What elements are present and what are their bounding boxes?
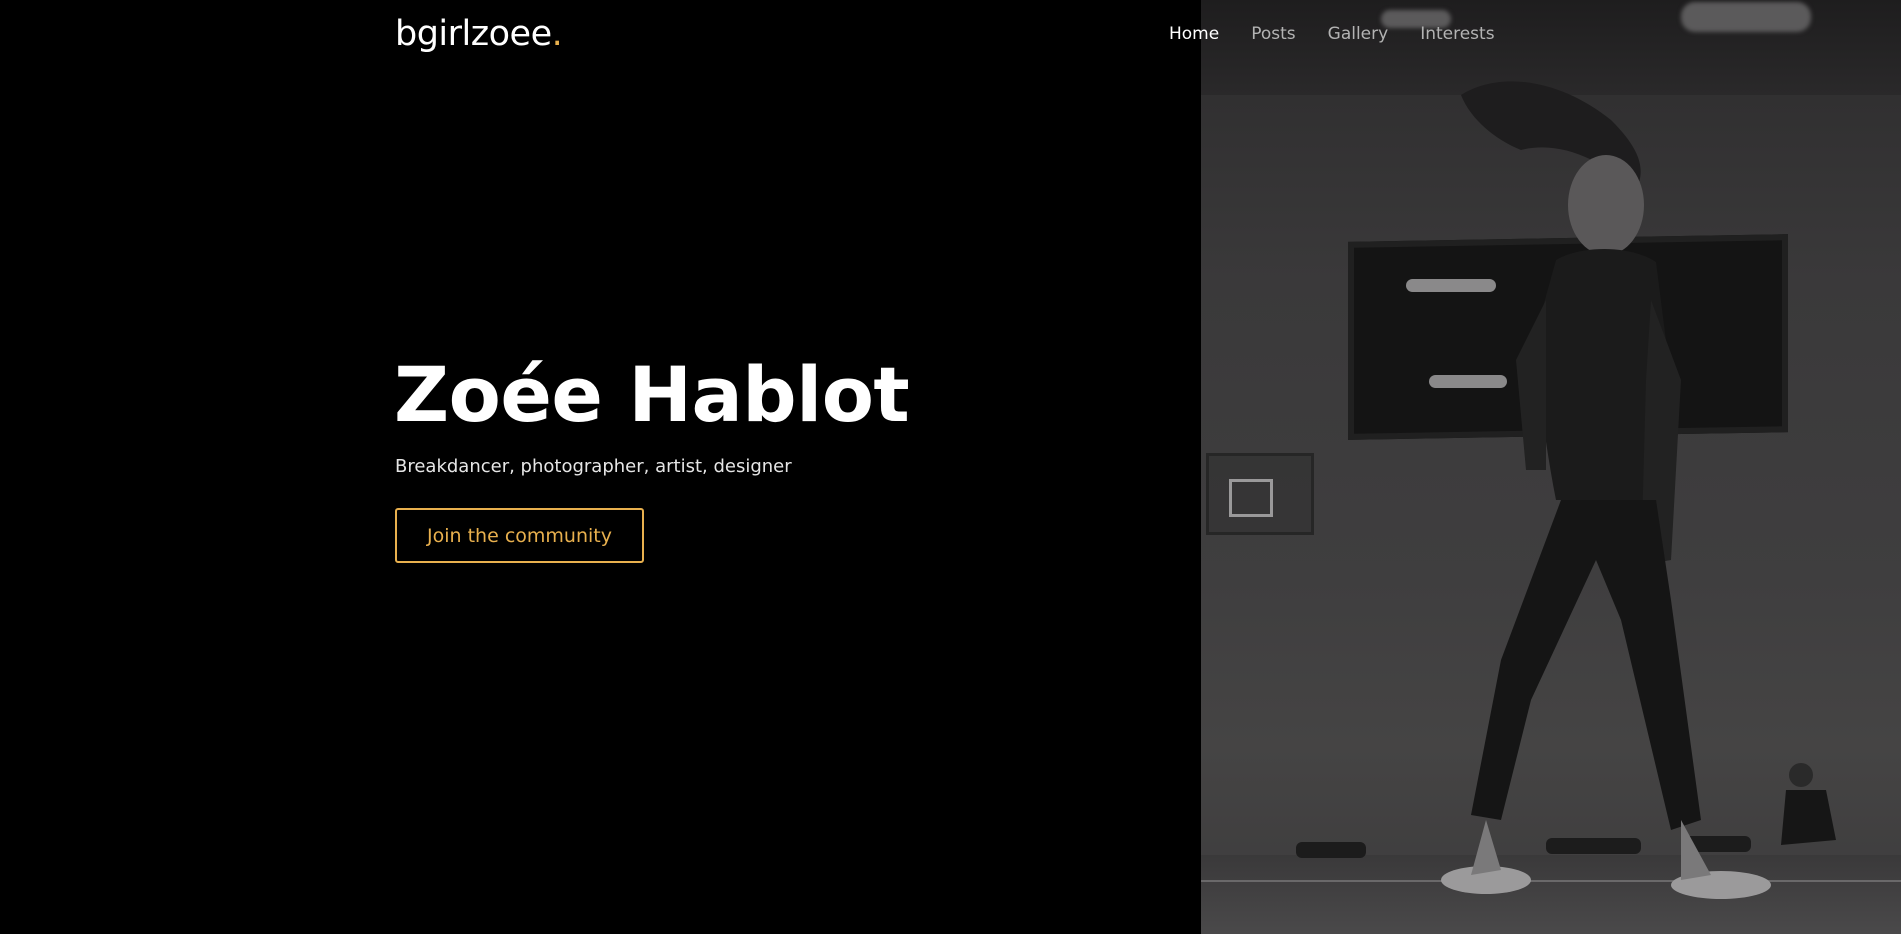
brand-logo[interactable]: bgirlzoee.	[395, 14, 563, 54]
join-community-button[interactable]: Join the community	[395, 508, 644, 563]
hero-subtitle: Breakdancer, photographer, artist, desig…	[395, 456, 792, 477]
hero-title: Zoée Hablot	[394, 350, 910, 439]
nav-link-home[interactable]: Home	[1169, 24, 1219, 44]
nav-link-gallery[interactable]: Gallery	[1328, 24, 1389, 44]
nav-link-posts[interactable]: Posts	[1251, 24, 1295, 44]
page: bgirlzoee. Home Posts Gallery Interests …	[0, 0, 1901, 934]
nav-link-interests[interactable]: Interests	[1420, 24, 1494, 44]
main-nav: Home Posts Gallery Interests	[1169, 24, 1527, 44]
brand-name: bgirlzoee	[395, 14, 552, 54]
brand-dot: .	[551, 14, 563, 54]
hero-photo	[1201, 0, 1901, 934]
dancer-silhouette	[1441, 81, 1836, 899]
